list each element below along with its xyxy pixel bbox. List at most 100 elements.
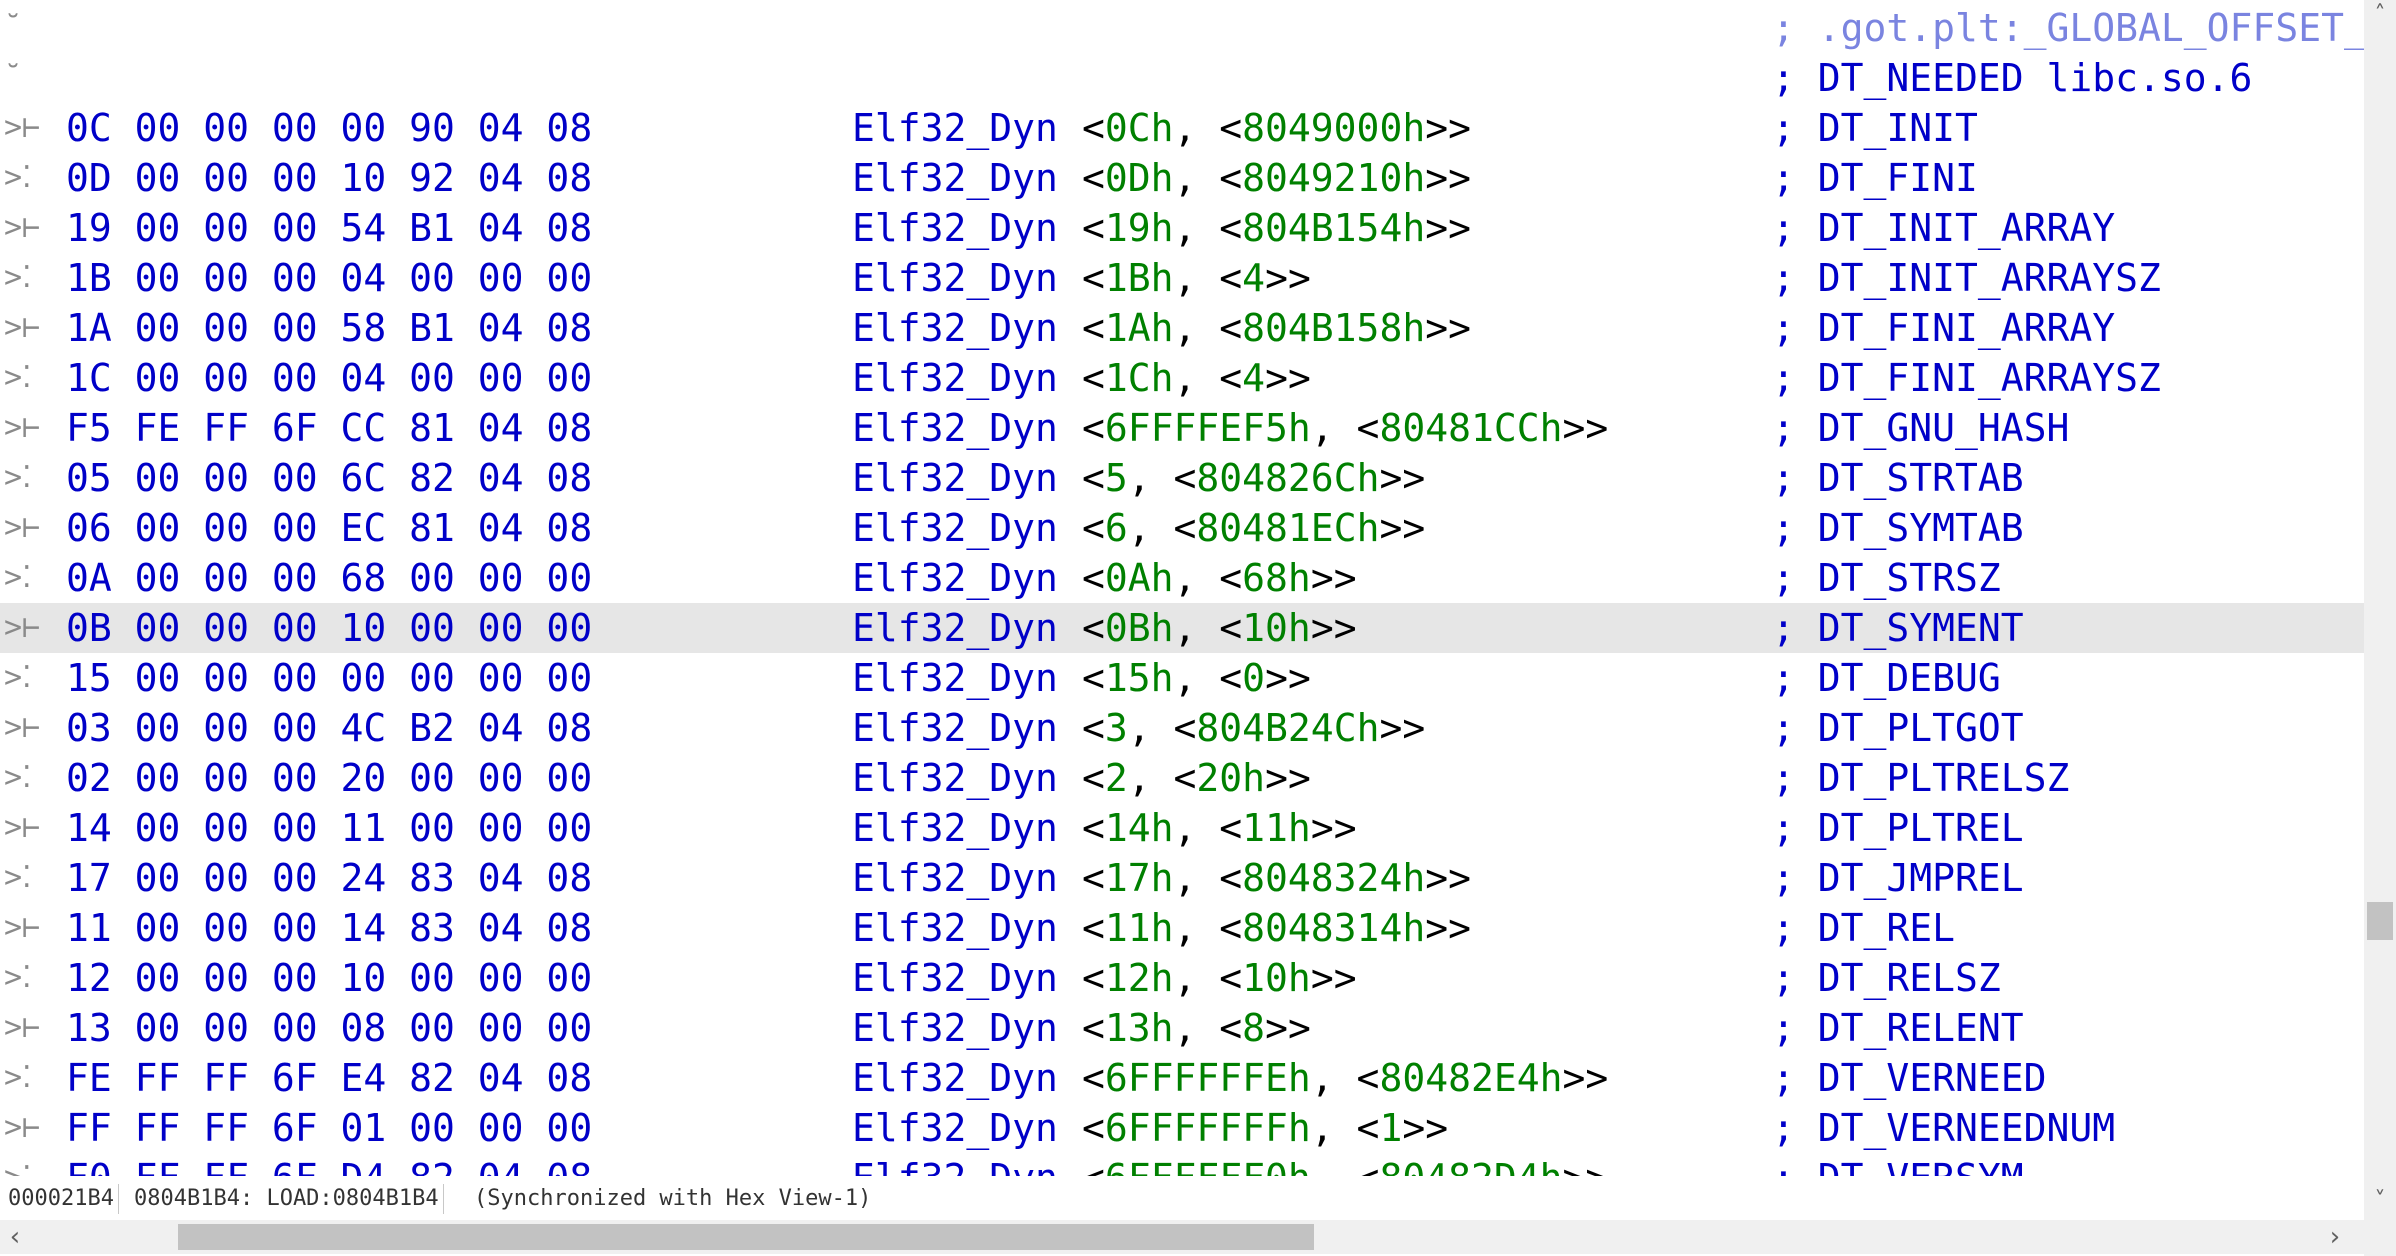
struct-args[interactable]: <6, <80481ECh>> bbox=[1082, 503, 1425, 553]
struct-name[interactable]: Elf32_Dyn bbox=[852, 253, 1058, 303]
pointer-value[interactable]: 804B158h bbox=[1242, 306, 1425, 350]
gutter-marker[interactable]: >⊢ bbox=[4, 903, 58, 953]
struct-name[interactable]: Elf32_Dyn bbox=[852, 853, 1058, 903]
tag-value[interactable]: 1Ch bbox=[1105, 356, 1174, 400]
gutter-marker[interactable]: >⊢ bbox=[4, 603, 58, 653]
struct-name[interactable]: Elf32_Dyn bbox=[852, 1053, 1058, 1103]
tag-value[interactable]: 0Bh bbox=[1105, 606, 1174, 650]
line-comment[interactable]: ; DT_SYMTAB bbox=[1772, 503, 2024, 553]
struct-args[interactable]: <15h, <0>> bbox=[1082, 653, 1311, 703]
tag-value[interactable]: 11h bbox=[1105, 906, 1174, 950]
struct-args[interactable]: <11h, <8048314h>> bbox=[1082, 903, 1471, 953]
line-comment[interactable]: ; DT_DEBUG bbox=[1772, 653, 2001, 703]
listing-row[interactable]: >⁚ FE FF FF 6F E4 82 04 08 Elf32_Dyn <6FFFF… bbox=[0, 1053, 2364, 1103]
gutter-marker[interactable]: >⊢ bbox=[4, 503, 58, 553]
gutter-marker[interactable]: >⁚ bbox=[4, 853, 58, 903]
tag-value[interactable]: 6FFFFFF0h bbox=[1105, 1156, 1311, 1176]
line-comment[interactable]: ; DT_JMPREL bbox=[1772, 853, 2024, 903]
pointer-value[interactable]: 80481ECh bbox=[1196, 506, 1379, 550]
gutter-marker[interactable]: >⊢ bbox=[4, 803, 58, 853]
gutter-marker[interactable]: ˘ bbox=[4, 53, 58, 103]
tag-value[interactable]: 2 bbox=[1105, 756, 1128, 800]
gutter-marker[interactable]: >⊢ bbox=[4, 1103, 58, 1153]
struct-name[interactable]: Elf32_Dyn bbox=[852, 953, 1058, 1003]
listing-row[interactable]: >⊢ 1A 00 00 00 58 B1 04 08 Elf32_Dyn <1Ah, … bbox=[0, 303, 2364, 353]
scroll-up-arrow-icon[interactable]: ˄ bbox=[2364, 0, 2396, 30]
hex-bytes[interactable]: 1B 00 00 00 04 00 00 00 bbox=[66, 253, 592, 303]
struct-args[interactable]: <1Bh, <4>> bbox=[1082, 253, 1311, 303]
hex-bytes[interactable]: F0 FF FF 6F D4 82 04 08 bbox=[66, 1153, 592, 1176]
hex-bytes[interactable]: 11 00 00 00 14 83 04 08 bbox=[66, 903, 592, 953]
listing-row[interactable]: >⊢ 0C 00 00 00 00 90 04 08 Elf32_Dyn <0Ch, … bbox=[0, 103, 2364, 153]
tag-value[interactable]: 6 bbox=[1105, 506, 1128, 550]
pointer-value[interactable]: 10h bbox=[1242, 956, 1311, 1000]
struct-args[interactable]: <5, <804826Ch>> bbox=[1082, 453, 1425, 503]
pointer-value[interactable]: 8 bbox=[1242, 1006, 1265, 1050]
hex-bytes[interactable]: 0D 00 00 00 10 92 04 08 bbox=[66, 153, 592, 203]
tag-value[interactable]: 0Dh bbox=[1105, 156, 1174, 200]
listing-row[interactable]: >⁚ 1B 00 00 00 04 00 00 00 Elf32_Dyn <1Bh, … bbox=[0, 253, 2364, 303]
gutter-marker[interactable]: >⁚ bbox=[4, 453, 58, 503]
pointer-value[interactable]: 0 bbox=[1242, 656, 1265, 700]
struct-name[interactable]: Elf32_Dyn bbox=[852, 153, 1058, 203]
line-comment[interactable]: ; DT_PLTGOT bbox=[1772, 703, 2024, 753]
pointer-value[interactable]: 20h bbox=[1196, 756, 1265, 800]
hex-bytes[interactable]: 1C 00 00 00 04 00 00 00 bbox=[66, 353, 592, 403]
scroll-down-arrow-icon[interactable]: ˅ bbox=[2364, 1186, 2396, 1216]
struct-name[interactable]: Elf32_Dyn bbox=[852, 353, 1058, 403]
vertical-scrollbar[interactable]: ˄ ˅ bbox=[2364, 0, 2396, 1220]
listing-row[interactable]: >⊢ 11 00 00 00 14 83 04 08 Elf32_Dyn <11h, … bbox=[0, 903, 2364, 953]
disassembly-view[interactable]: ˘ ; .got.plt:_GLOBAL_OFFSET_ ˘ ; DT_NEEDED … bbox=[0, 0, 2364, 1176]
listing-row[interactable]: >⊢ 14 00 00 00 11 00 00 00 Elf32_Dyn <14h, … bbox=[0, 803, 2364, 853]
line-comment[interactable]: ; DT_STRTAB bbox=[1772, 453, 2024, 503]
line-comment[interactable]: ; DT_SYMENT bbox=[1772, 603, 2024, 653]
struct-args[interactable]: <0Dh, <8049210h>> bbox=[1082, 153, 1471, 203]
hex-bytes[interactable]: 02 00 00 00 20 00 00 00 bbox=[66, 753, 592, 803]
comment-line[interactable]: ˘ ; .got.plt:_GLOBAL_OFFSET_ bbox=[0, 3, 2364, 53]
hex-bytes[interactable]: 19 00 00 00 54 B1 04 08 bbox=[66, 203, 592, 253]
gutter-marker[interactable]: >⊢ bbox=[4, 103, 58, 153]
line-comment[interactable]: ; DT_VERSYM bbox=[1772, 1153, 2024, 1176]
line-comment[interactable]: ; DT_REL bbox=[1772, 903, 1955, 953]
listing-row[interactable]: >⁚ 0D 00 00 00 10 92 04 08 Elf32_Dyn <0Dh, … bbox=[0, 153, 2364, 203]
hex-bytes[interactable]: 0A 00 00 00 68 00 00 00 bbox=[66, 553, 592, 603]
struct-args[interactable]: <6FFFFFF0h, <80482D4h>> bbox=[1082, 1153, 1608, 1176]
pointer-value[interactable]: 8048314h bbox=[1242, 906, 1425, 950]
struct-name[interactable]: Elf32_Dyn bbox=[852, 1003, 1058, 1053]
gutter-marker[interactable]: >⊢ bbox=[4, 303, 58, 353]
struct-name[interactable]: Elf32_Dyn bbox=[852, 403, 1058, 453]
line-comment[interactable]: ; DT_RELENT bbox=[1772, 1003, 2024, 1053]
hex-bytes[interactable]: 17 00 00 00 24 83 04 08 bbox=[66, 853, 592, 903]
struct-args[interactable]: <0Ch, <8049000h>> bbox=[1082, 103, 1471, 153]
listing-row[interactable]: >⊢ 0B 00 00 00 10 00 00 00 Elf32_Dyn <0Bh, … bbox=[0, 603, 2364, 653]
hex-bytes[interactable]: 12 00 00 00 10 00 00 00 bbox=[66, 953, 592, 1003]
hex-bytes[interactable]: F5 FE FF 6F CC 81 04 08 bbox=[66, 403, 592, 453]
struct-args[interactable]: <12h, <10h>> bbox=[1082, 953, 1357, 1003]
struct-args[interactable]: <17h, <8048324h>> bbox=[1082, 853, 1471, 903]
line-comment[interactable]: ; DT_RELSZ bbox=[1772, 953, 2001, 1003]
gutter-marker[interactable]: >⁚ bbox=[4, 153, 58, 203]
comment-line[interactable]: ˘ ; DT_NEEDED libc.so.6 bbox=[0, 53, 2364, 103]
tag-value[interactable]: 12h bbox=[1105, 956, 1174, 1000]
struct-name[interactable]: Elf32_Dyn bbox=[852, 903, 1058, 953]
pointer-value[interactable]: 11h bbox=[1242, 806, 1311, 850]
listing-row[interactable]: >⊢ F5 FE FF 6F CC 81 04 08 Elf32_Dyn <6FFFF… bbox=[0, 403, 2364, 453]
tag-value[interactable]: 19h bbox=[1105, 206, 1174, 250]
struct-args[interactable]: <2, <20h>> bbox=[1082, 753, 1311, 803]
struct-name[interactable]: Elf32_Dyn bbox=[852, 653, 1058, 703]
gutter-marker[interactable]: >⁚ bbox=[4, 553, 58, 603]
listing-row[interactable]: >⁚ 1C 00 00 00 04 00 00 00 Elf32_Dyn <1Ch, … bbox=[0, 353, 2364, 403]
line-comment[interactable]: ; DT_FINI_ARRAY bbox=[1772, 303, 2115, 353]
struct-args[interactable]: <1Ah, <804B158h>> bbox=[1082, 303, 1471, 353]
pointer-value[interactable]: 4 bbox=[1242, 256, 1265, 300]
line-comment[interactable]: ; DT_INIT bbox=[1772, 103, 1978, 153]
pointer-value[interactable]: 8049000h bbox=[1242, 106, 1425, 150]
struct-name[interactable]: Elf32_Dyn bbox=[852, 503, 1058, 553]
pointer-value[interactable]: 8048324h bbox=[1242, 856, 1425, 900]
line-comment[interactable]: ; DT_NEEDED libc.so.6 bbox=[1772, 53, 2252, 103]
struct-args[interactable]: <0Bh, <10h>> bbox=[1082, 603, 1357, 653]
tag-value[interactable]: 6FFFFFFFh bbox=[1105, 1106, 1311, 1150]
struct-args[interactable]: <13h, <8>> bbox=[1082, 1003, 1311, 1053]
line-comment[interactable]: ; DT_GNU_HASH bbox=[1772, 403, 2069, 453]
line-comment[interactable]: ; DT_PLTRELSZ bbox=[1772, 753, 2069, 803]
